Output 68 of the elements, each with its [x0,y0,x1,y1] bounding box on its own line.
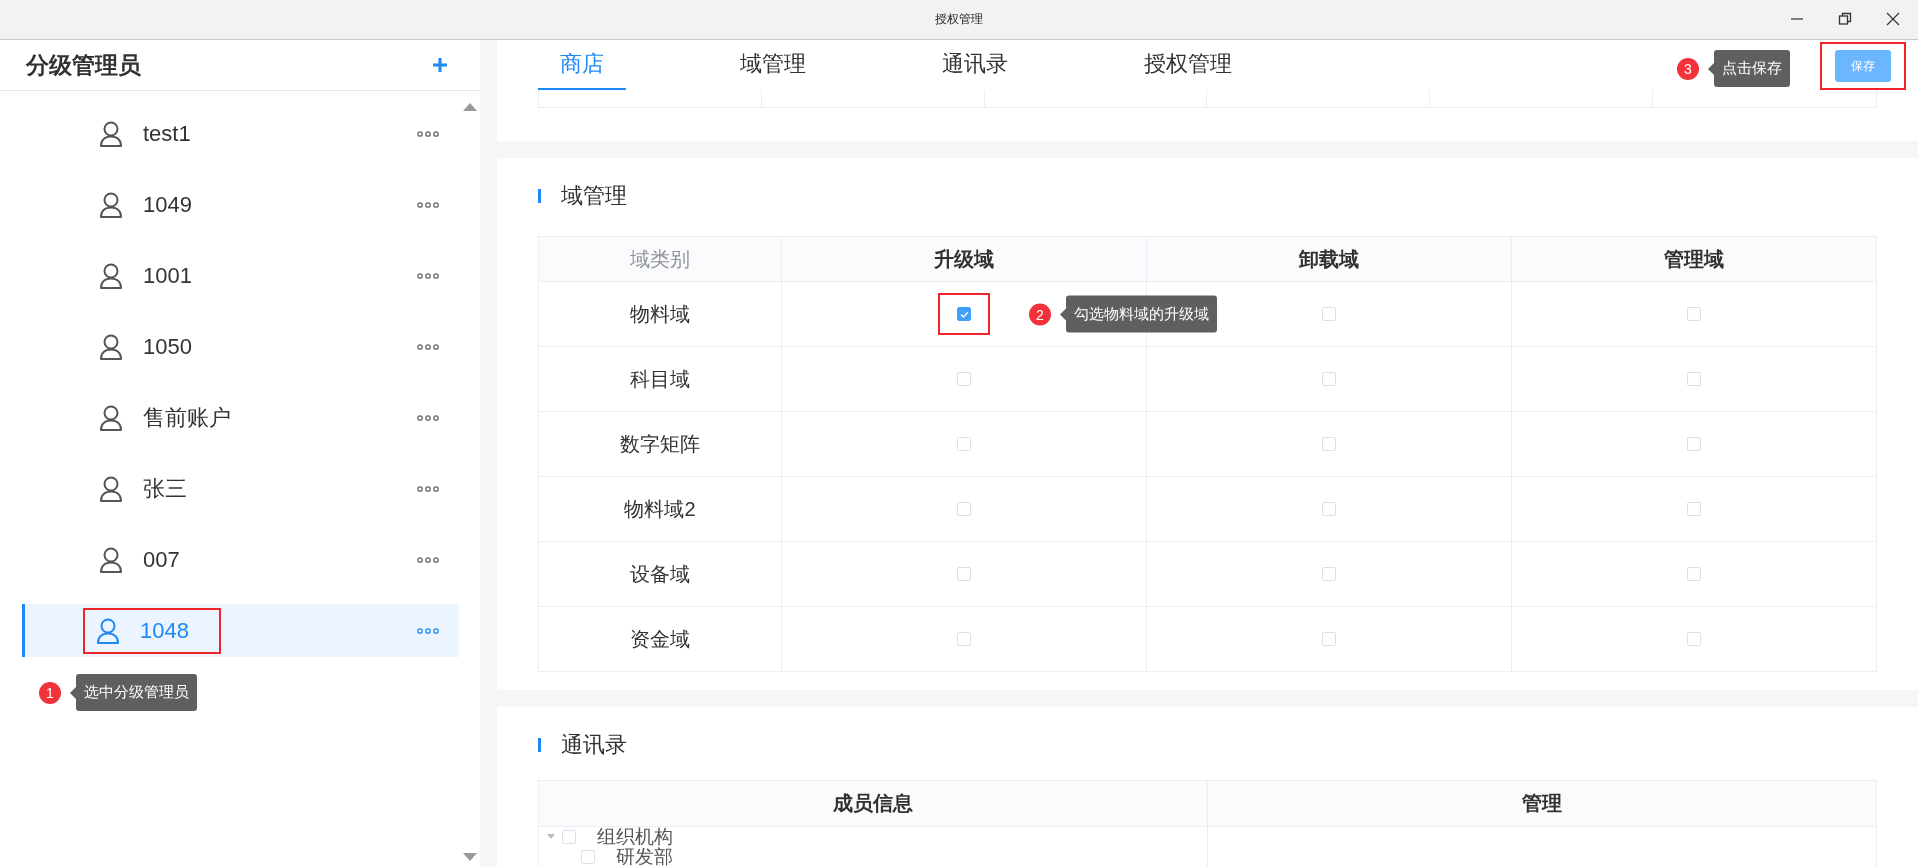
checkbox[interactable] [957,307,971,321]
table-cell: 物料域2 [538,476,782,542]
step-badge: 2 [1029,303,1051,325]
user-icon [99,191,123,218]
tab[interactable]: 商店 [538,40,626,90]
scroll-down-icon[interactable] [462,853,477,861]
admin-list-item[interactable]: 张三 [22,453,459,524]
table-cell: 物料域 [538,281,782,347]
admin-list-item[interactable]: 售前账户 [22,382,459,453]
admin-name: 张三 [143,474,187,503]
admin-name: 1050 [143,333,192,360]
more-icon[interactable] [417,414,439,421]
more-icon[interactable] [417,485,439,492]
tab[interactable]: 域管理 [718,40,828,90]
close-icon[interactable] [1886,12,1900,26]
add-icon[interactable] [432,57,448,73]
scroll-up-icon[interactable] [462,103,477,111]
sidebar-title: 分级管理员 [26,50,141,80]
admin-name: 007 [143,546,180,573]
admin-list-item[interactable]: 1050 [22,311,459,382]
admin-name: 售前账户 [143,403,231,432]
admin-name: 1001 [143,262,192,289]
column-header: 成员信息 [538,780,1208,827]
user-icon [99,546,123,573]
user-icon [99,120,123,147]
section-title: 域管理 [561,182,627,210]
admin-list-item[interactable]: test1 [22,98,459,169]
user-icon [99,333,123,360]
tree-item[interactable]: 研发部 [616,847,673,867]
admin-name: test1 [143,120,191,147]
column-header: 管理 [1207,780,1877,827]
window-title: 授权管理 [935,11,983,28]
admin-list-item[interactable]: 1049 [22,169,459,240]
tree-item[interactable]: 组织机构 [597,827,673,847]
admin-name: 1048 [140,617,189,644]
table-cell: 数字矩阵 [538,411,782,477]
table-cell: 科目域 [538,346,782,412]
user-icon [96,617,120,644]
more-icon[interactable] [417,556,439,563]
section-marker [538,738,541,752]
more-icon[interactable] [417,627,439,634]
section-title: 通讯录 [561,731,627,759]
more-icon[interactable] [417,343,439,350]
table-cell: 设备域 [538,541,782,607]
step-badge: 1 [39,681,61,704]
user-icon [99,404,123,431]
section-marker [538,189,541,203]
user-icon [99,475,123,502]
admin-list-item[interactable]: 1001 [22,240,459,311]
user-icon [99,262,123,289]
tab[interactable]: 授权管理 [1122,40,1254,90]
column-header: 卸载域 [1146,236,1512,282]
column-header: 域类别 [538,236,782,282]
tooltip: 点击保存 [1714,50,1790,87]
tab[interactable]: 通讯录 [920,40,1030,90]
restore-icon[interactable] [1838,12,1852,26]
more-icon[interactable] [417,201,439,208]
more-icon[interactable] [417,130,439,137]
column-header: 管理域 [1511,236,1877,282]
tooltip: 勾选物料域的升级域 [1066,295,1217,333]
admin-list-item[interactable]: 007 [22,524,459,595]
table-cell: 资金域 [538,606,782,672]
step-badge: 3 [1677,57,1699,80]
tooltip: 选中分级管理员 [76,674,197,711]
more-icon[interactable] [417,272,439,279]
caret-icon[interactable] [547,834,555,840]
admin-name: 1049 [143,191,192,218]
column-header: 升级域 [781,236,1147,282]
